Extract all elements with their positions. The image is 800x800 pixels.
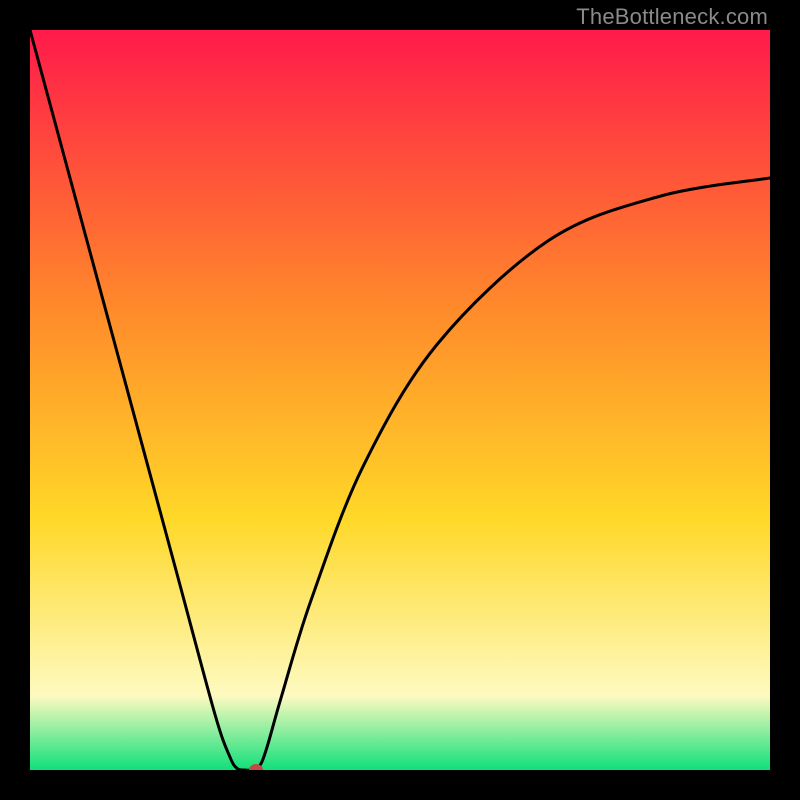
bottleneck-curve — [30, 30, 770, 770]
minimum-marker — [249, 764, 263, 770]
watermark-text: TheBottleneck.com — [576, 4, 768, 30]
plot-area — [30, 30, 770, 770]
chart-frame: TheBottleneck.com — [0, 0, 800, 800]
